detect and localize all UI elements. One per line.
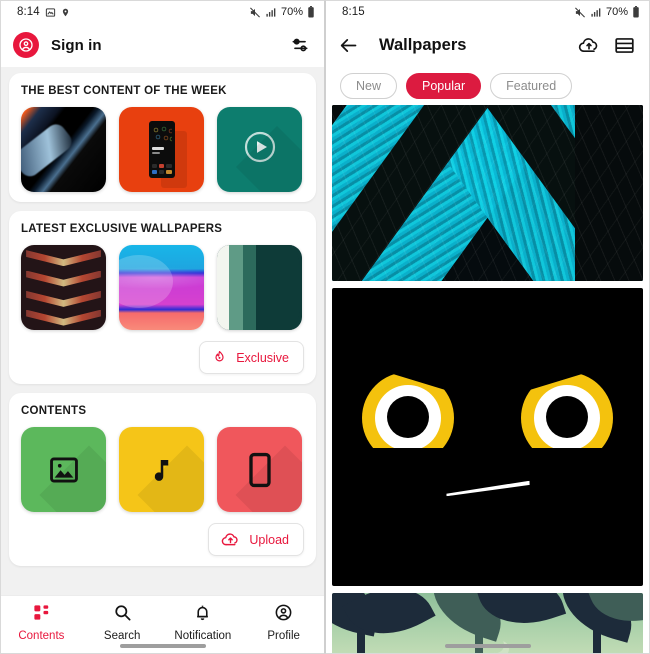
upload-button[interactable]: Upload <box>208 523 304 556</box>
right-eye <box>521 372 613 448</box>
tile-dark-chevron-wallpaper[interactable] <box>21 245 106 330</box>
artwork <box>119 427 204 512</box>
section-latest-exclusive-wallpapers: LATEST EXCLUSIVE WALLPAPERS Exclusive <box>9 211 316 384</box>
exclusive-button[interactable]: Exclusive <box>199 341 304 374</box>
section-best-content: THE BEST CONTENT OF THE WEEK <box>9 73 316 202</box>
flame-icon <box>212 349 227 366</box>
nav-item-notification[interactable]: Notification <box>163 603 244 642</box>
tile-teal-video[interactable] <box>217 107 302 192</box>
location-pin-icon <box>61 7 70 18</box>
artwork <box>21 427 106 512</box>
chip-popular[interactable]: Popular <box>406 73 482 99</box>
tile-waves-wallpaper[interactable] <box>119 245 204 330</box>
artwork <box>332 105 643 281</box>
cloud-upload-icon <box>221 531 240 548</box>
image-icon <box>47 453 81 487</box>
wallpaper-list[interactable] <box>326 105 649 653</box>
battery-icon <box>307 6 315 18</box>
tune-sliders-icon[interactable] <box>290 35 310 55</box>
dual-screenshot-stage: 8:14 70% Sign in THE BEST CONTENT OF THE… <box>0 0 650 654</box>
home-indicator <box>444 644 531 648</box>
section-title: CONTENTS <box>21 405 87 417</box>
chip-featured[interactable]: Featured <box>490 73 573 99</box>
chip-new[interactable]: New <box>340 73 398 99</box>
mouth <box>445 481 529 497</box>
home-indicator <box>119 644 206 648</box>
artwork <box>217 107 302 192</box>
tile-themes-category[interactable] <box>217 427 302 512</box>
account-circle-icon[interactable] <box>13 32 39 58</box>
phone-mockup-icon <box>148 121 175 178</box>
section-title: LATEST EXCLUSIVE WALLPAPERS <box>21 223 223 235</box>
smartphone-icon <box>247 452 273 488</box>
artwork <box>21 245 106 330</box>
arrow-back-icon[interactable] <box>338 35 359 56</box>
nav-label: Contents <box>18 630 65 642</box>
status-bar-time: 8:14 <box>17 6 40 18</box>
battery-percent: 70% <box>605 6 628 18</box>
section-action-row: Upload <box>21 523 304 556</box>
nav-item-search[interactable]: Search <box>82 603 163 642</box>
mute-icon <box>249 7 261 18</box>
left-eye <box>362 372 454 448</box>
tile-ringtones-category[interactable] <box>119 427 204 512</box>
account-circle-icon <box>274 603 293 627</box>
tile-teal-curves-wallpaper[interactable] <box>217 245 302 330</box>
grid-dashboard-icon <box>32 603 51 627</box>
play-circle-icon <box>240 127 280 172</box>
sign-in-label[interactable]: Sign in <box>51 37 278 54</box>
nav-label: Search <box>103 630 141 642</box>
tile-row <box>21 245 304 330</box>
upload-button-label: Upload <box>249 532 289 547</box>
nav-label: Profile <box>267 630 300 642</box>
app-bar: Sign in <box>1 23 324 67</box>
app-bar: Wallpapers <box>326 23 649 67</box>
cloud-upload-icon[interactable] <box>578 36 600 55</box>
artwork <box>332 288 643 586</box>
section-action-row: Exclusive <box>21 341 304 374</box>
page-title: Wallpapers <box>379 35 467 54</box>
artwork <box>217 245 302 330</box>
music-note-icon <box>147 453 177 487</box>
wallpaper-item-angry-eyes[interactable] <box>332 288 643 586</box>
tile-orange-phone-theme[interactable] <box>119 107 204 192</box>
mute-icon <box>574 7 586 18</box>
nav-item-profile[interactable]: Profile <box>243 603 324 642</box>
view-layout-icon[interactable] <box>614 36 635 55</box>
tile-wallpapers-category[interactable] <box>21 427 106 512</box>
search-icon <box>113 603 132 627</box>
photo-icon <box>45 7 56 18</box>
artwork <box>217 427 302 512</box>
nav-item-contents[interactable]: Contents <box>1 603 82 642</box>
tile-row <box>21 107 304 192</box>
battery-icon <box>632 6 640 18</box>
artwork <box>119 107 204 192</box>
artwork <box>21 107 106 192</box>
bottom-navigation: Contents Search Notification Profile <box>1 595 324 653</box>
tile-row <box>21 427 304 512</box>
wallpaper-item-cyan-chevron[interactable] <box>332 105 643 281</box>
home-content-scroll[interactable]: THE BEST CONTENT OF THE WEEK LATEST EXCL… <box>1 67 324 595</box>
status-bar-time: 8:15 <box>342 6 365 18</box>
section-contents: CONTENTS Upload <box>9 393 316 566</box>
right-phone-screenshot: 8:15 70% Wallpapers New Popular Featured <box>325 0 650 654</box>
status-bar: 8:15 70% <box>326 1 649 23</box>
bell-icon <box>193 603 212 627</box>
section-title: THE BEST CONTENT OF THE WEEK <box>21 85 227 97</box>
signal-icon <box>265 7 277 18</box>
left-phone-screenshot: 8:14 70% Sign in THE BEST CONTENT OF THE… <box>0 0 325 654</box>
nav-label: Notification <box>174 630 232 642</box>
exclusive-button-label: Exclusive <box>236 350 289 365</box>
signal-icon <box>590 7 602 18</box>
tile-dark-gradient-wallpaper[interactable] <box>21 107 106 192</box>
status-bar: 8:14 70% <box>1 1 324 23</box>
artwork <box>119 245 204 330</box>
battery-percent: 70% <box>280 6 303 18</box>
